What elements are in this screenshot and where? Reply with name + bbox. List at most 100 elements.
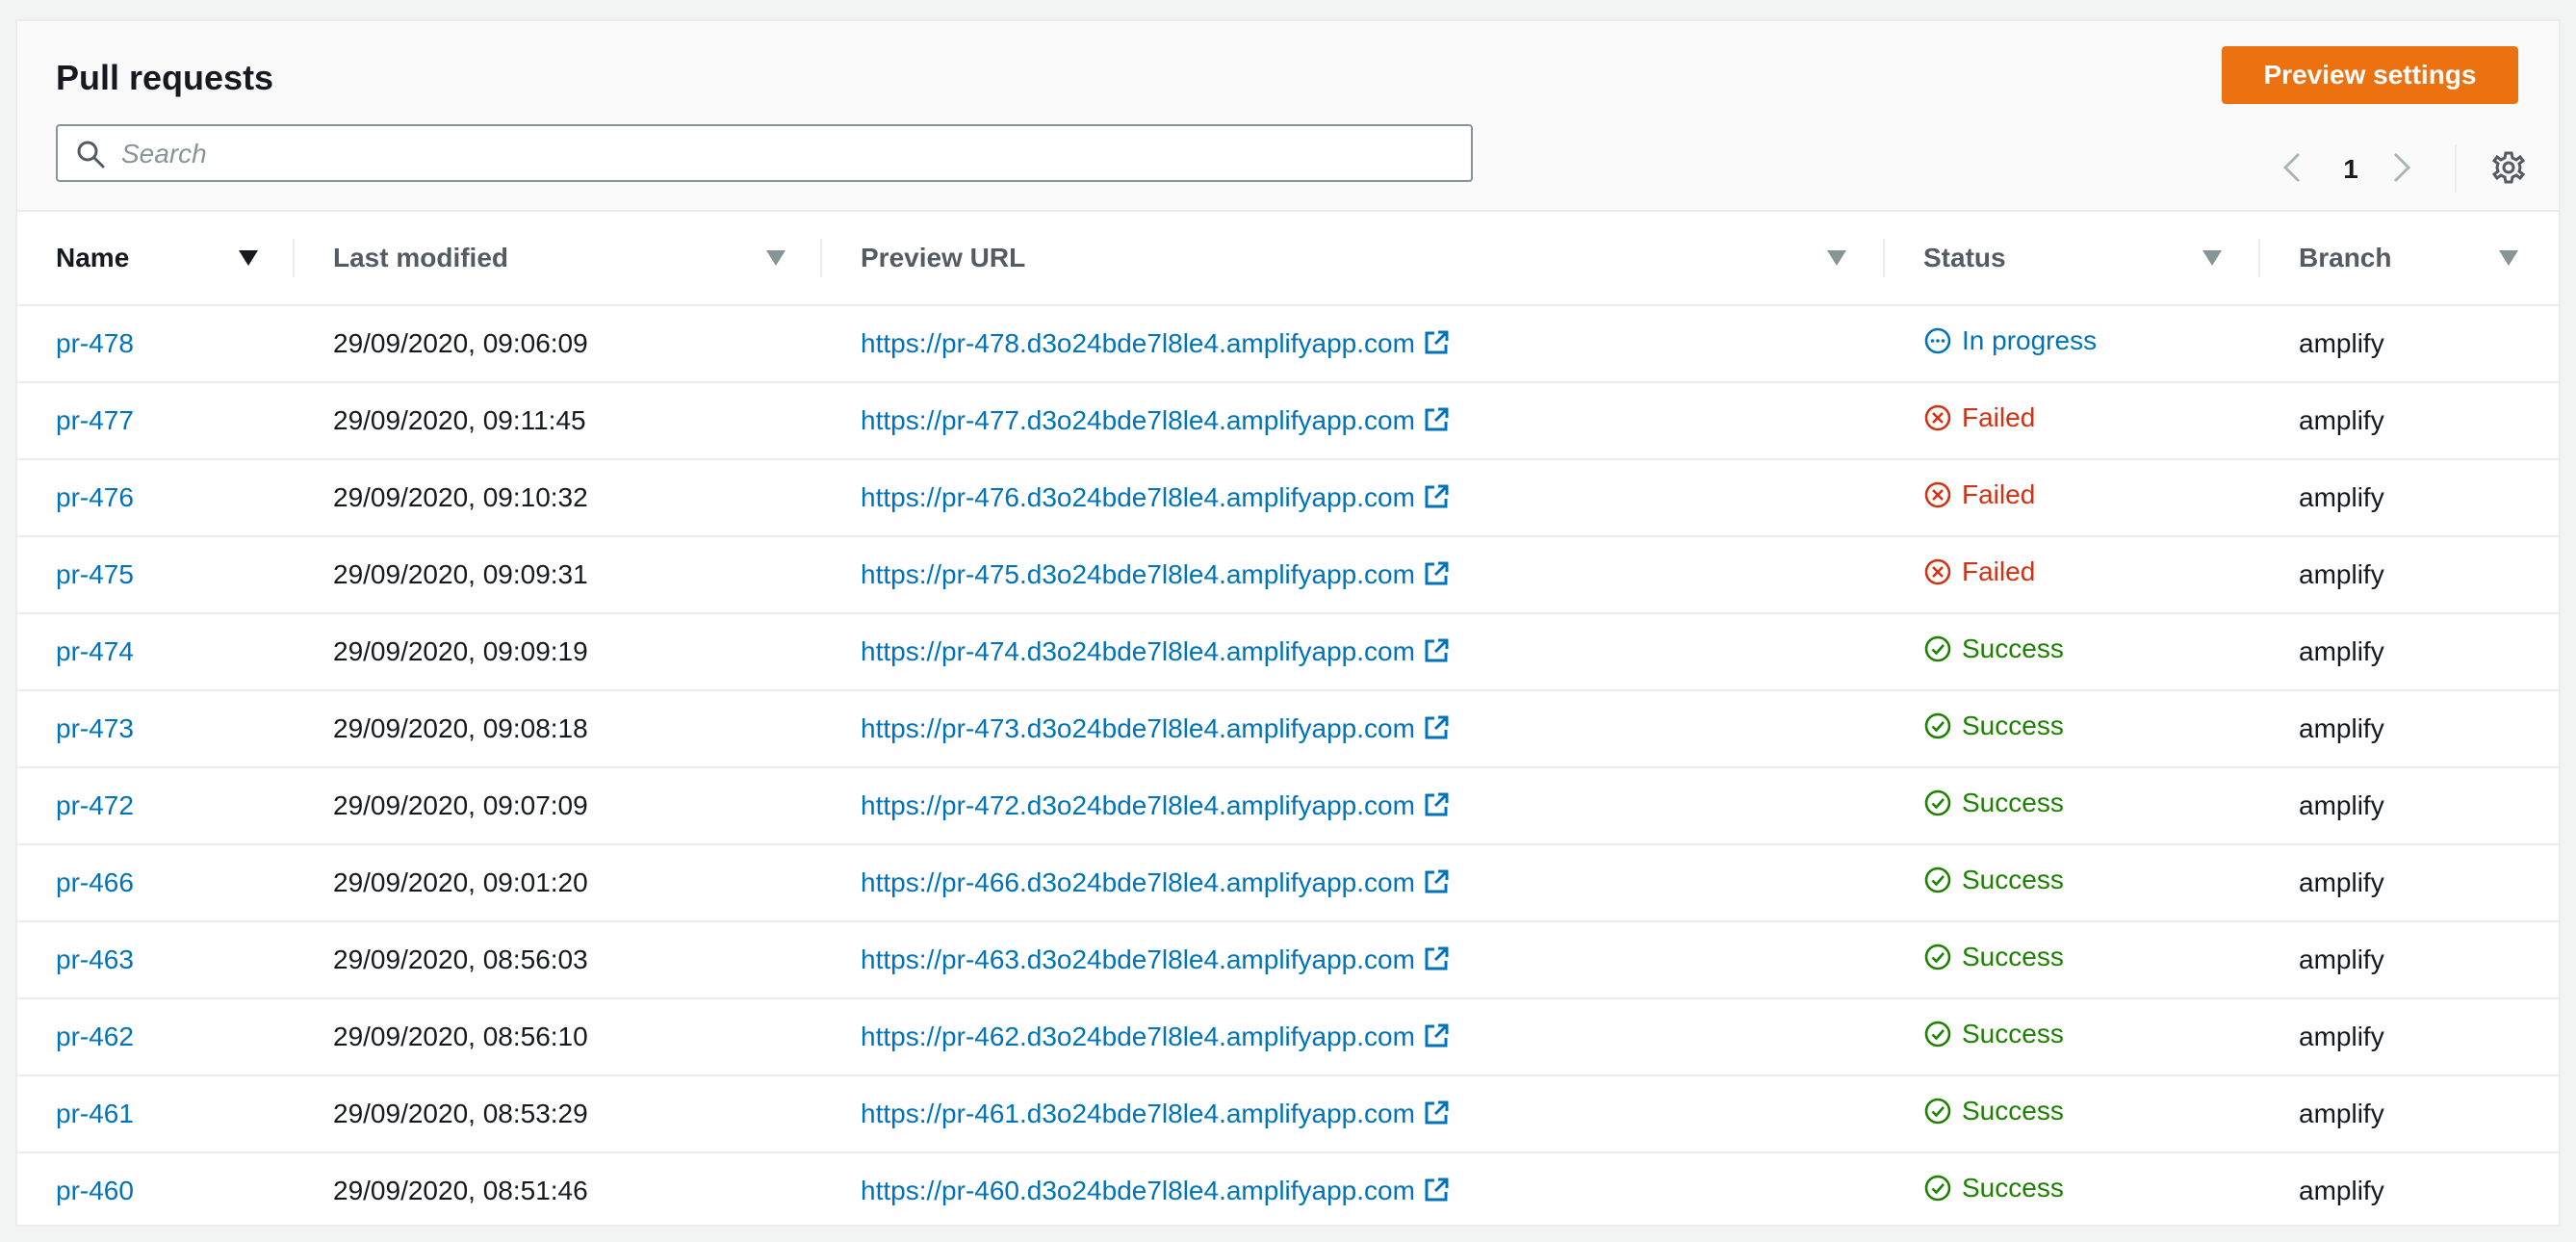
caret-down-icon[interactable] [2499,250,2518,266]
branch-text: amplify [2299,636,2384,666]
table-row: pr-463 29/09/2020, 08:56:03 https://pr-4… [17,921,2559,999]
pr-name-link[interactable]: pr-463 [56,944,134,974]
preview-settings-button[interactable]: Preview settings [2222,46,2518,104]
status-text: Success [1962,1096,2064,1126]
pr-name-link[interactable]: pr-473 [56,713,134,743]
column-header-last-modified[interactable]: Last modified [295,212,822,306]
caret-down-icon[interactable] [766,250,786,266]
table-row: pr-460 29/09/2020, 08:51:46 https://pr-4… [17,1152,2559,1225]
pr-name-link[interactable]: pr-466 [56,867,134,897]
last-modified-text: 29/09/2020, 08:56:10 [333,1022,588,1051]
pull-requests-table: Name Last modified Preview URL Status Br… [17,212,2559,1225]
column-header-name[interactable]: Name [17,212,295,306]
failed-icon [1924,404,1951,431]
last-modified-text: 29/09/2020, 09:08:18 [333,713,588,743]
branch-text: amplify [2299,559,2384,589]
caret-down-icon[interactable] [239,250,258,266]
preview-url-link[interactable]: https://pr-476.d3o24bde7l8le4.amplifyapp… [861,482,1450,512]
pr-name-link[interactable]: pr-477 [56,405,134,435]
chevron-left-icon[interactable] [2278,150,2308,185]
pr-name-link[interactable]: pr-475 [56,559,134,589]
status-text: Success [1962,634,2064,663]
pr-name-link[interactable]: pr-474 [56,636,134,666]
status-text: Success [1962,865,2064,894]
success-icon [1924,867,1951,893]
in-progress-icon [1924,327,1951,354]
chevron-right-icon[interactable] [2385,150,2416,185]
caret-down-icon[interactable] [2202,250,2222,266]
branch-text: amplify [2299,1022,2384,1051]
external-link-icon [1425,561,1449,585]
success-icon [1924,1021,1951,1048]
status-text: Success [1962,711,2064,740]
column-header-preview-url[interactable]: Preview URL [822,212,1885,306]
failed-icon [1924,481,1951,508]
last-modified-text: 29/09/2020, 09:01:20 [333,867,588,897]
current-page-number[interactable]: 1 [2331,154,2370,185]
status-text: Success [1962,942,2064,971]
status-badge: Success [1923,865,2064,895]
status-badge: Failed [1923,402,2035,433]
status-badge: Failed [1923,479,2035,510]
last-modified-text: 29/09/2020, 08:56:03 [333,944,588,974]
status-text: Success [1962,1173,2064,1203]
gear-icon[interactable] [2491,150,2526,185]
pr-name-link[interactable]: pr-460 [56,1176,134,1205]
external-link-icon [1425,1177,1449,1202]
external-link-icon [1425,638,1449,662]
table-row: pr-476 29/09/2020, 09:10:32 https://pr-4… [17,459,2559,537]
status-text: In progress [1962,325,2098,355]
preview-url-link[interactable]: https://pr-473.d3o24bde7l8le4.amplifyapp… [861,713,1450,743]
external-link-icon [1425,407,1449,431]
external-link-icon [1425,715,1449,739]
pr-name-link[interactable]: pr-472 [56,790,134,820]
pull-requests-panel: Pull requests Preview settings 1 [15,19,2561,1227]
preview-url-link[interactable]: https://pr-472.d3o24bde7l8le4.amplifyapp… [861,790,1450,820]
failed-icon [1924,558,1951,585]
external-link-icon [1425,1023,1449,1048]
preview-url-link[interactable]: https://pr-477.d3o24bde7l8le4.amplifyapp… [861,405,1450,435]
branch-text: amplify [2299,944,2384,974]
status-text: Success [1962,1019,2064,1048]
preview-url-link[interactable]: https://pr-478.d3o24bde7l8le4.amplifyapp… [861,328,1450,358]
table-row: pr-474 29/09/2020, 09:09:19 https://pr-4… [17,613,2559,691]
success-icon [1924,712,1951,739]
external-link-icon [1425,484,1449,508]
success-icon [1924,789,1951,816]
last-modified-text: 29/09/2020, 08:51:46 [333,1176,588,1205]
pager-divider [2455,144,2457,193]
success-icon [1924,635,1951,662]
status-badge: Success [1923,942,2064,972]
status-text: Failed [1962,479,2036,509]
status-badge: Success [1923,1019,2064,1049]
status-text: Failed [1962,402,2036,432]
table-row: pr-462 29/09/2020, 08:56:10 https://pr-4… [17,998,2559,1076]
preview-url-link[interactable]: https://pr-461.d3o24bde7l8le4.amplifyapp… [861,1099,1450,1128]
branch-text: amplify [2299,790,2384,820]
table-row: pr-475 29/09/2020, 09:09:31 https://pr-4… [17,536,2559,614]
status-text: Failed [1962,556,2036,586]
pr-name-link[interactable]: pr-478 [56,328,134,358]
last-modified-text: 29/09/2020, 09:10:32 [333,482,588,512]
search-input[interactable] [119,130,1461,178]
preview-url-link[interactable]: https://pr-463.d3o24bde7l8le4.amplifyapp… [861,944,1450,974]
preview-url-link[interactable]: https://pr-475.d3o24bde7l8le4.amplifyapp… [861,559,1450,589]
table-row: pr-472 29/09/2020, 09:07:09 https://pr-4… [17,767,2559,845]
status-badge: Success [1923,1096,2064,1126]
column-header-branch[interactable]: Branch [2260,212,2559,306]
pr-name-link[interactable]: pr-476 [56,482,134,512]
preview-url-link[interactable]: https://pr-466.d3o24bde7l8le4.amplifyapp… [861,867,1450,897]
branch-text: amplify [2299,867,2384,897]
caret-down-icon[interactable] [1827,250,1846,266]
branch-text: amplify [2299,1099,2384,1128]
last-modified-text: 29/09/2020, 09:11:45 [333,405,586,435]
pr-name-link[interactable]: pr-462 [56,1022,134,1051]
preview-url-link[interactable]: https://pr-460.d3o24bde7l8le4.amplifyapp… [861,1176,1450,1205]
column-header-status[interactable]: Status [1885,212,2260,306]
table-row: pr-461 29/09/2020, 08:53:29 https://pr-4… [17,1075,2559,1153]
preview-url-link[interactable]: https://pr-474.d3o24bde7l8le4.amplifyapp… [861,636,1450,666]
success-icon [1924,1098,1951,1125]
search-box[interactable] [56,124,1473,182]
preview-url-link[interactable]: https://pr-462.d3o24bde7l8le4.amplifyapp… [861,1022,1450,1051]
pr-name-link[interactable]: pr-461 [56,1099,134,1128]
